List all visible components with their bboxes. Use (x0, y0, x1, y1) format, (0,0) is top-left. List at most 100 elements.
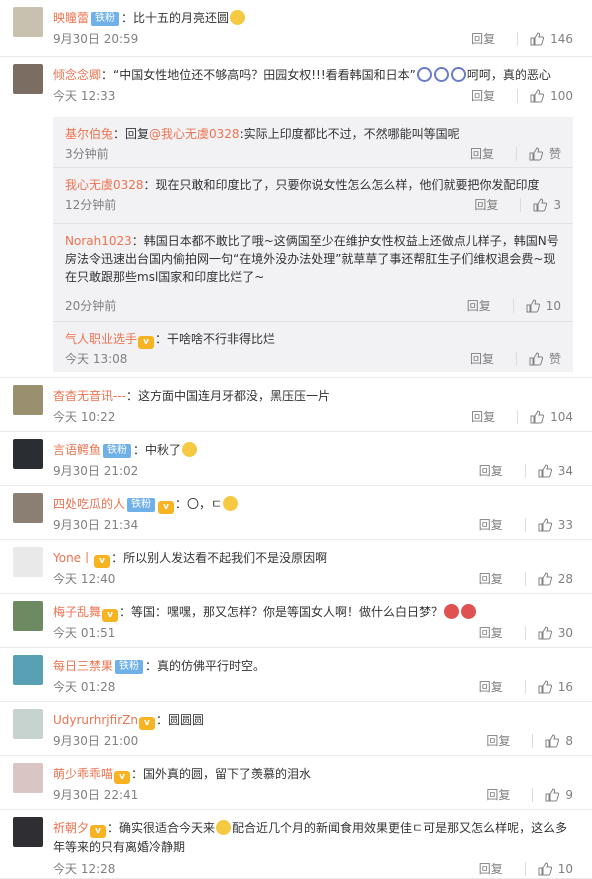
comment-body: ：现在只敢和印度比了，只要你说女性怎么怎么样，他们就要把你发配印度 (143, 178, 540, 192)
username-link[interactable]: 气人职业选手 (65, 332, 137, 346)
divider (517, 409, 519, 424)
thumb-up-icon (545, 787, 560, 801)
divider (524, 571, 526, 586)
username-link[interactable]: 祈朝夕 (53, 821, 89, 835)
comment-body: ：等国：嘿嘿，那又怎样？你是等国女人啊！做什么白日梦？ (119, 605, 444, 619)
username-link[interactable]: UdyrurhrjfirZn (53, 713, 138, 727)
like-button[interactable]: 34 (538, 464, 573, 478)
avatar[interactable] (13, 817, 43, 847)
like-button[interactable]: 28 (538, 572, 573, 586)
like-button[interactable]: 100 (530, 89, 573, 103)
like-button[interactable]: 10 (526, 299, 561, 313)
avatar[interactable] (13, 709, 43, 739)
avatar[interactable] (13, 655, 43, 685)
comment-text: 每日三禁果 铁粉 ：真的仿佛平行时空。 (53, 657, 578, 675)
comment-item: 萌少乖乖喵 v ：国外真的圆，留下了羡慕的泪水 9月30日 22:41 回复 9 (0, 756, 592, 810)
reply-button[interactable]: 回复 (479, 516, 503, 533)
comment-text: 杳杳无音讯---：这方面中国连月牙都没，黑压压一片 (53, 387, 578, 405)
like-button[interactable]: 3 (533, 198, 561, 212)
reply-button[interactable]: 回复 (471, 408, 495, 425)
comment-body: ：比十五的月亮还圆 (121, 11, 230, 25)
username-link[interactable]: 我心无虞0328 (65, 178, 144, 192)
avatar[interactable] (13, 547, 43, 577)
avatar[interactable] (13, 439, 43, 469)
comment-item: 每日三禁果 铁粉 ：真的仿佛平行时空。 今天 01:28 回复 16 (0, 648, 592, 702)
reply-button[interactable]: 回复 (467, 297, 491, 314)
timestamp: 9月30日 21:34 (53, 518, 139, 532)
comment-item: 倾念念卿：“中国女性地位还不够高吗？田园女权!!!看看韩国和日本” 呵呵，真的恶心… (0, 57, 592, 378)
comment-body: ：“中国女性地位还不够高吗？田园女权!!!看看韩国和日本” (101, 68, 416, 82)
reply-button[interactable]: 回复 (470, 145, 494, 162)
like-button[interactable]: 104 (530, 410, 573, 424)
vip-icon: v (114, 771, 131, 784)
timestamp: 9月30日 21:02 (53, 464, 139, 478)
comment-item: 杳杳无音讯---：这方面中国连月牙都没，黑压压一片今天 10:22 回复 104 (0, 378, 592, 432)
avatar[interactable] (13, 763, 43, 793)
comment-body: ：中秋了 (133, 443, 182, 457)
timestamp: 20分钟前 (65, 299, 117, 313)
username-link[interactable]: 梅子乱舞 (53, 605, 101, 619)
reply-button[interactable]: 回复 (479, 860, 503, 877)
username-link[interactable]: 映瞳蕾 (53, 11, 89, 25)
like-button[interactable]: 8 (545, 734, 573, 748)
avatar[interactable] (13, 64, 43, 94)
like-count: 34 (557, 463, 573, 478)
comment-item: 四处吃瓜的人 铁粉 v ：〇，ㄷ 9月30日 21:34 回复 33 (0, 486, 592, 540)
comment-actions: 回复 146 (471, 30, 573, 47)
emoji-icon (223, 496, 239, 511)
mention-link[interactable]: @我心无虞0328 (149, 127, 240, 141)
thumb-up-icon (538, 679, 552, 693)
username-link[interactable]: Norah1023 (65, 234, 132, 248)
comment-text: 言语鳄鱼 铁粉 ：中秋了 (53, 441, 578, 459)
fan-badge: 铁粉 (103, 444, 132, 458)
divider (515, 351, 517, 366)
like-count: 146 (550, 31, 573, 46)
avatar[interactable] (13, 493, 43, 523)
comment-text: UdyrurhrjfirZn v ：圆圆圆 (53, 711, 578, 730)
username-link[interactable]: 言语鳄鱼 (53, 443, 101, 457)
username-link[interactable]: Yone丨 (53, 551, 93, 565)
like-count: 3 (553, 197, 561, 212)
thumb-up-icon (530, 409, 545, 423)
reply-button[interactable]: 回复 (470, 350, 494, 367)
avatar[interactable] (13, 601, 43, 631)
reply-button[interactable]: 回复 (479, 678, 503, 695)
timestamp: 今天 10:22 (53, 410, 116, 424)
like-button[interactable]: 33 (538, 518, 573, 532)
like-button[interactable]: 10 (538, 862, 573, 876)
subreply-item: 我心无虞0328：现在只敢和印度比了，只要你说女性怎么怎么样，他们就要把你发配印… (53, 168, 573, 224)
reply-button[interactable]: 回复 (486, 786, 510, 803)
reply-button[interactable]: 回复 (479, 462, 503, 479)
divider (520, 197, 522, 212)
avatar[interactable] (13, 7, 43, 37)
emoji-icon (444, 604, 460, 619)
thumb-up-icon (529, 146, 543, 160)
reply-button[interactable]: 回复 (474, 196, 498, 213)
like-button[interactable]: 9 (545, 788, 573, 802)
reply-button[interactable]: 回复 (479, 570, 503, 587)
comment-body: ：所以别人发达看不起我们不是没原因啊 (111, 551, 328, 565)
comment-actions: 回复 34 (479, 462, 573, 479)
divider (524, 625, 526, 640)
like-button[interactable]: 赞 (529, 145, 561, 162)
reply-button[interactable]: 回复 (471, 30, 495, 47)
reply-button[interactable]: 回复 (486, 732, 510, 749)
username-link[interactable]: 基尔伯兔 (65, 127, 113, 141)
comment-text: 我心无虞0328：现在只敢和印度比了，只要你说女性怎么怎么样，他们就要把你发配印… (65, 176, 563, 194)
comment-text: 四处吃瓜的人 铁粉 v ：〇，ㄷ (53, 495, 578, 514)
username-link[interactable]: 萌少乖乖喵 (53, 767, 113, 781)
username-link[interactable]: 四处吃瓜的人 (53, 497, 125, 511)
reply-button[interactable]: 回复 (479, 624, 503, 641)
like-button[interactable]: 赞 (529, 350, 561, 367)
thumb-up-icon (538, 861, 552, 875)
like-button[interactable]: 16 (538, 680, 573, 694)
username-link[interactable]: 每日三禁果 (53, 659, 113, 673)
reply-button[interactable]: 回复 (471, 87, 495, 104)
username-link[interactable]: 倾念念卿 (53, 68, 101, 82)
like-button[interactable]: 146 (530, 32, 573, 46)
username-link[interactable]: 杳杳无音讯--- (53, 389, 126, 403)
like-button[interactable]: 30 (538, 626, 573, 640)
like-count: 104 (550, 409, 573, 424)
comment-actions: 回复 10 (467, 297, 561, 314)
avatar[interactable] (13, 385, 43, 415)
